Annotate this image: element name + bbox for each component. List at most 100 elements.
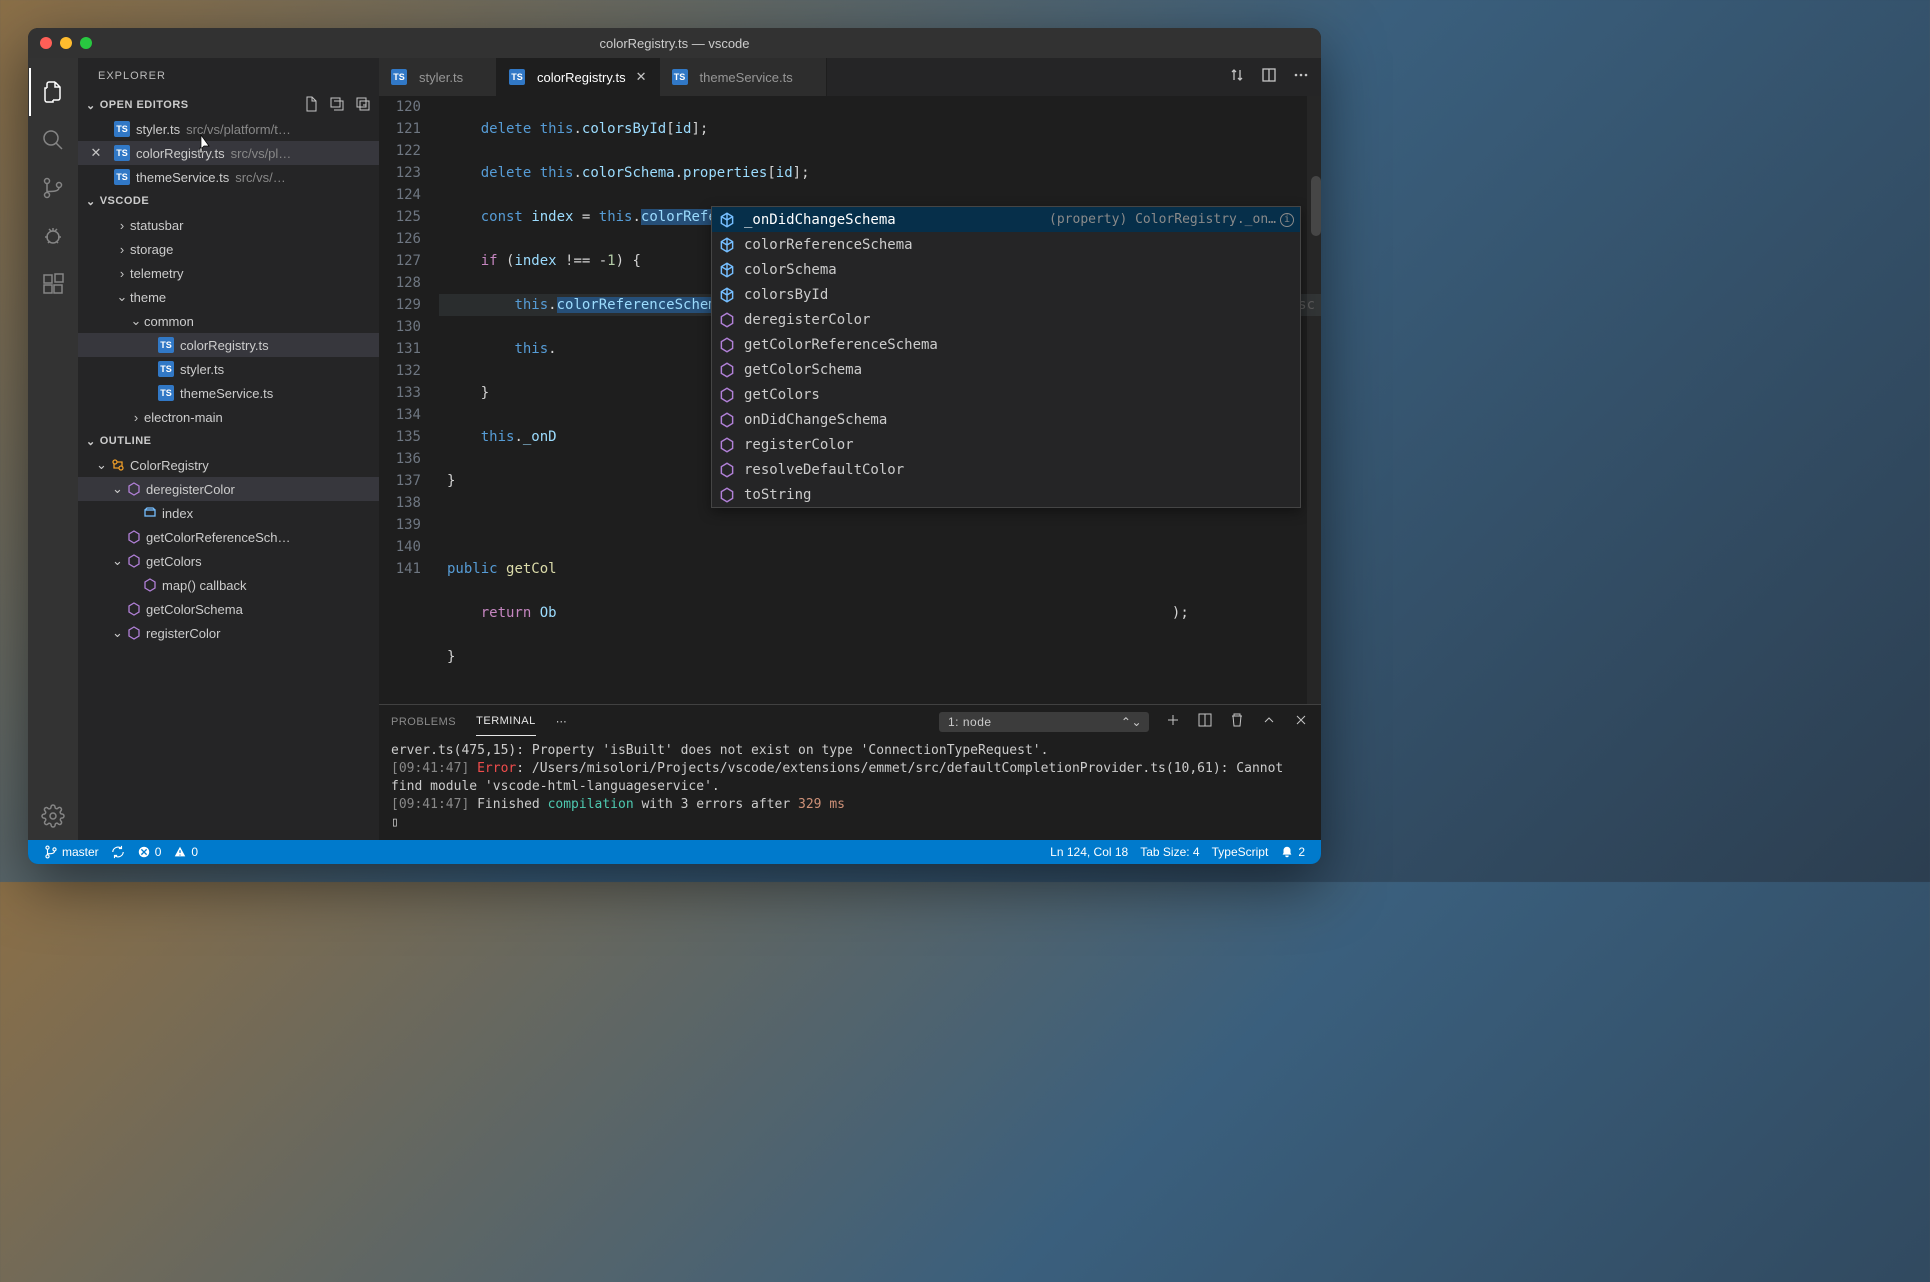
kill-terminal-icon[interactable] [1229, 712, 1245, 731]
explorer-icon[interactable] [29, 68, 77, 116]
panel-more-icon[interactable]: ⋯ [556, 715, 568, 728]
editor-body[interactable]: 120 121 122 123 124 125 126 127 128 129 … [379, 96, 1321, 704]
outline-item[interactable]: ⌄registerColor [78, 621, 379, 645]
outline-item[interactable]: index [78, 501, 379, 525]
tab-bar: TSstyler.ts✕TScolorRegistry.ts✕TSthemeSe… [379, 58, 1321, 96]
search-icon[interactable] [29, 116, 77, 164]
method-icon [718, 386, 736, 404]
activity-bar [28, 58, 78, 840]
close-panel-icon[interactable] [1293, 712, 1309, 731]
debug-icon[interactable] [29, 212, 77, 260]
suggest-item[interactable]: resolveDefaultColor [712, 457, 1300, 482]
suggest-item[interactable]: toString [712, 482, 1300, 507]
vscode-window: colorRegistry.ts — vscode [28, 28, 1321, 864]
status-errors[interactable]: 0 [131, 845, 168, 859]
suggest-item[interactable]: _onDidChangeSchema(property) ColorRegist… [712, 207, 1300, 232]
terminal-selector[interactable]: 1: node ⌃⌄ [939, 712, 1149, 732]
outline-item[interactable]: map() callback [78, 573, 379, 597]
tab-terminal[interactable]: TERMINAL [476, 707, 536, 736]
collapse-all-icon[interactable] [355, 96, 371, 115]
maximize-window-button[interactable] [80, 37, 92, 49]
chevron-icon: ⌄ [96, 457, 110, 473]
editor-tab[interactable]: TSstyler.ts✕ [379, 58, 497, 96]
suggest-item[interactable]: colorReferenceSchema [712, 232, 1300, 257]
more-actions-icon[interactable] [1293, 67, 1309, 88]
tree-folder[interactable]: ›telemetry [78, 261, 379, 285]
typescript-icon: TS [158, 361, 174, 377]
status-language[interactable]: TypeScript [1206, 845, 1275, 859]
split-editor-icon[interactable] [1261, 67, 1277, 88]
chevron-icon: ⌄ [114, 289, 130, 305]
tab-problems[interactable]: PROBLEMS [391, 708, 456, 736]
outline-header[interactable]: ⌄ OUTLINE [78, 429, 379, 453]
save-all-icon[interactable] [329, 96, 345, 115]
open-editors-header[interactable]: ⌄ OPEN EDITORS [78, 93, 379, 117]
status-sync[interactable] [105, 845, 131, 859]
close-icon[interactable]: ✕ [78, 145, 114, 161]
status-cursor-position[interactable]: Ln 124, Col 18 [1044, 845, 1134, 859]
outline-item[interactable]: ⌄getColors [78, 549, 379, 573]
info-icon[interactable]: i [1280, 213, 1294, 227]
tree-file[interactable]: TSstyler.ts [78, 357, 379, 381]
extensions-icon[interactable] [29, 260, 77, 308]
tree-folder[interactable]: ⌄theme [78, 285, 379, 309]
status-notifications[interactable]: 2 [1274, 845, 1311, 859]
compare-changes-icon[interactable] [1229, 67, 1245, 88]
file-tree: ›statusbar›storage›telemetry⌄theme⌄commo… [78, 213, 379, 429]
minimize-window-button[interactable] [60, 37, 72, 49]
suggest-item[interactable]: getColorReferenceSchema [712, 332, 1300, 357]
new-terminal-icon[interactable] [1165, 712, 1181, 731]
suggest-item[interactable]: deregisterColor [712, 307, 1300, 332]
maximize-panel-icon[interactable] [1261, 712, 1277, 731]
method-icon [142, 577, 158, 593]
open-editor-item[interactable]: ✕TSthemeService.tssrc/vs/… [78, 165, 379, 189]
method-icon [718, 486, 736, 504]
tree-folder[interactable]: ›storage [78, 237, 379, 261]
suggest-widget[interactable]: _onDidChangeSchema(property) ColorRegist… [711, 206, 1301, 508]
close-window-button[interactable] [40, 37, 52, 49]
suggest-item[interactable]: registerColor [712, 432, 1300, 457]
suggest-item[interactable]: onDidChangeSchema [712, 407, 1300, 432]
tree-folder[interactable]: ⌄common [78, 309, 379, 333]
chevron-icon: ⌄ [112, 481, 126, 497]
outline-item[interactable]: getColorReferenceSch… [78, 525, 379, 549]
outline-item[interactable]: ⌄deregisterColor [78, 477, 379, 501]
suggest-item[interactable]: colorsById [712, 282, 1300, 307]
method-icon [718, 336, 736, 354]
chevron-icon: › [128, 410, 144, 425]
statusbar: master 0 0 Ln 124, Col 18 Tab Size: 4 Ty… [28, 840, 1321, 864]
outline-item[interactable]: ⌄ColorRegistry [78, 453, 379, 477]
open-editor-item[interactable]: ✕TScolorRegistry.tssrc/vs/pl… [78, 141, 379, 165]
method-icon [718, 461, 736, 479]
prop-icon [718, 286, 736, 304]
open-editor-item[interactable]: ✕TSstyler.tssrc/vs/platform/t… [78, 117, 379, 141]
tree-file[interactable]: TSthemeService.ts [78, 381, 379, 405]
split-terminal-icon[interactable] [1197, 712, 1213, 731]
method-icon [126, 481, 142, 497]
tree-file[interactable]: TScolorRegistry.ts [78, 333, 379, 357]
suggest-item[interactable]: getColorSchema [712, 357, 1300, 382]
new-file-icon[interactable] [303, 96, 319, 115]
tree-folder[interactable]: ›electron-main [78, 405, 379, 429]
editor-tab[interactable]: TScolorRegistry.ts✕ [497, 58, 660, 96]
status-tab-size[interactable]: Tab Size: 4 [1134, 845, 1205, 859]
settings-gear-icon[interactable] [29, 792, 77, 840]
status-branch[interactable]: master [38, 845, 105, 859]
outline-item[interactable]: getColorSchema [78, 597, 379, 621]
typescript-icon: TS [672, 69, 688, 85]
typescript-icon: TS [509, 69, 525, 85]
workspace-header[interactable]: ⌄ VSCODE [78, 189, 379, 213]
source-control-icon[interactable] [29, 164, 77, 212]
close-tab-icon[interactable]: ✕ [636, 69, 647, 85]
scrollbar[interactable] [1307, 96, 1321, 704]
suggest-item[interactable]: colorSchema [712, 257, 1300, 282]
tab-actions [1217, 58, 1321, 96]
editor-tab[interactable]: TSthemeService.ts✕ [660, 58, 827, 96]
titlebar[interactable]: colorRegistry.ts — vscode [28, 28, 1321, 58]
code-content[interactable]: delete this.colorsById[id]; delete this.… [439, 96, 1321, 704]
terminal-output[interactable]: erver.ts(475,15): Property 'isBuilt' doe… [379, 738, 1321, 840]
status-warnings[interactable]: 0 [167, 845, 204, 859]
editor-area: TSstyler.ts✕TScolorRegistry.ts✕TSthemeSe… [379, 58, 1321, 840]
suggest-item[interactable]: getColors [712, 382, 1300, 407]
tree-folder[interactable]: ›statusbar [78, 213, 379, 237]
